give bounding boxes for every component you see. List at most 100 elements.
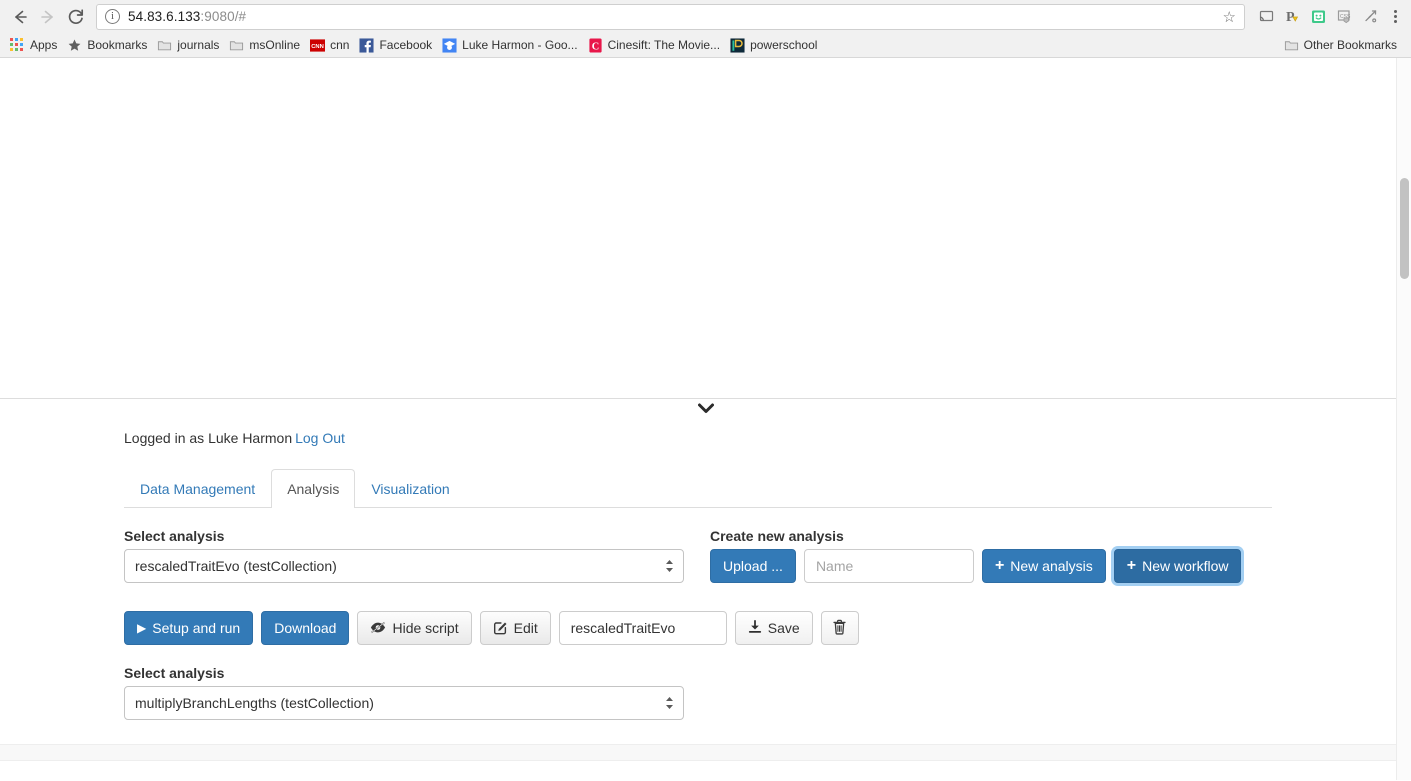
other-bookmarks-button[interactable]: Other Bookmarks xyxy=(1281,36,1404,55)
vertical-scrollbar[interactable] xyxy=(1396,58,1411,780)
select-analysis-group: Select analysis rescaledTraitEvo (testCo… xyxy=(124,528,710,583)
select-analysis-2-dropdown[interactable]: multiplyBranchLengths (testCollection) xyxy=(124,686,684,720)
back-arrow-icon xyxy=(15,10,27,23)
url-host: 54.83.6.133 xyxy=(128,9,201,24)
address-bar[interactable]: i 54.83.6.133:9080/# ☆ xyxy=(96,3,1245,30)
reload-button[interactable] xyxy=(62,3,90,31)
reload-icon xyxy=(68,8,84,24)
cinesift-favicon: C xyxy=(588,37,603,53)
hide-script-label: Hide script xyxy=(392,620,459,636)
create-new-analysis-label: Create new analysis xyxy=(710,528,844,544)
bookmark-label: journals xyxy=(177,38,220,52)
bookmark-label: Luke Harmon - Goo... xyxy=(462,38,578,52)
plus-icon: + xyxy=(994,557,1005,574)
select-analysis-2-value: multiplyBranchLengths (testCollection) xyxy=(135,695,374,711)
analysis-name-input[interactable]: Name xyxy=(803,549,974,583)
bookmark-label: Bookmarks xyxy=(87,38,148,52)
save-arrow-glyph xyxy=(748,620,761,633)
browser-chrome: i 54.83.6.133:9080/# ☆ P CSS Apps Bookma… xyxy=(0,0,1411,58)
back-button[interactable] xyxy=(6,3,34,31)
folder-icon xyxy=(229,38,244,53)
tab-visualization[interactable]: Visualization xyxy=(355,469,465,508)
download-button-label: Download xyxy=(274,620,337,636)
script-name-input[interactable]: rescaledTraitEvo xyxy=(558,611,727,645)
bookmark-label: Cinesift: The Movie... xyxy=(607,38,721,52)
page-viewport: Logged in as Luke Harmon Log Out Data Man… xyxy=(0,58,1411,780)
upper-blank-area xyxy=(0,58,1411,398)
pencil-square-icon xyxy=(493,620,508,637)
script-name-value: rescaledTraitEvo xyxy=(570,620,676,636)
pin-glyph xyxy=(1364,10,1376,23)
cnn-favicon: CNN xyxy=(310,38,326,53)
save-button-label: Save xyxy=(767,620,800,636)
plus-icon: + xyxy=(1126,557,1137,574)
chevron-down-icon[interactable] xyxy=(0,399,1411,421)
create-analysis-group: Create new analysis Upload ... Name + Ne… xyxy=(710,528,1242,583)
chevron-down-glyph xyxy=(697,403,714,413)
pin-tool-icon[interactable] xyxy=(1359,4,1381,30)
scrollbar-thumb[interactable] xyxy=(1400,178,1409,279)
bookmark-star-icon[interactable]: ☆ xyxy=(1217,8,1236,26)
bookmark-label: cnn xyxy=(330,38,350,52)
bookmark-apps[interactable]: Apps xyxy=(7,36,64,55)
bookmark-cinesift[interactable]: C Cinesift: The Movie... xyxy=(585,36,728,55)
main-panel: Logged in as Luke Harmon Log Out Data Man… xyxy=(0,398,1411,779)
url-text: 54.83.6.133:9080/# xyxy=(128,9,1217,24)
select-analysis-2-row: Select analysis multiplyBranchLengths (t… xyxy=(124,665,1411,720)
tab-data-management[interactable]: Data Management xyxy=(124,469,271,508)
cast-icon[interactable] xyxy=(1255,4,1277,30)
edit-button-label: Edit xyxy=(513,620,538,636)
play-icon: ▶ xyxy=(137,621,147,635)
new-workflow-button[interactable]: + New workflow xyxy=(1113,549,1242,583)
select-analysis-dropdown[interactable]: rescaledTraitEvo (testCollection) xyxy=(124,549,684,583)
log-out-link[interactable]: Log Out xyxy=(295,430,345,446)
bookmark-luke-harmon[interactable]: Luke Harmon - Goo... xyxy=(439,36,584,55)
select-analysis-value: rescaledTraitEvo (testCollection) xyxy=(135,558,337,574)
css-shield-icon[interactable]: CSS xyxy=(1333,4,1355,30)
trash-icon xyxy=(832,619,847,637)
folder-icon xyxy=(157,38,172,53)
chevron-updown-icon xyxy=(665,559,674,573)
facebook-favicon xyxy=(359,37,374,53)
new-workflow-button-label: New workflow xyxy=(1142,558,1229,574)
bookmarks-bar: Apps Bookmarks journals msOnline CNN cnn xyxy=(0,33,1411,58)
forward-button[interactable] xyxy=(34,3,62,31)
smiley-extension-icon[interactable] xyxy=(1307,4,1329,30)
analysis-selection-row: Select analysis rescaledTraitEvo (testCo… xyxy=(124,528,1411,583)
create-analysis-controls: Upload ... Name + New analysis + New wor… xyxy=(710,549,1242,583)
edit-button[interactable]: Edit xyxy=(479,611,551,645)
trash-glyph xyxy=(833,619,846,635)
bookmark-label: powerschool xyxy=(750,38,818,52)
bookmark-facebook[interactable]: Facebook xyxy=(356,36,439,55)
browser-toolbar: i 54.83.6.133:9080/# ☆ P CSS xyxy=(0,0,1411,33)
updown-glyph xyxy=(666,697,673,709)
tab-analysis[interactable]: Analysis xyxy=(271,469,356,508)
chrome-menu-button[interactable] xyxy=(1385,10,1405,23)
new-analysis-button[interactable]: + New analysis xyxy=(981,549,1106,583)
menu-dot xyxy=(1393,10,1397,13)
download-button[interactable]: Download xyxy=(261,611,350,645)
svg-text:C: C xyxy=(591,41,598,52)
panel-content: Logged in as Luke Harmon Log Out Data Man… xyxy=(0,430,1411,720)
lastpass-icon[interactable]: P xyxy=(1281,4,1303,30)
menu-dot xyxy=(1393,20,1397,23)
other-bookmarks-label: Other Bookmarks xyxy=(1303,38,1397,52)
upload-button-label: Upload ... xyxy=(723,558,783,574)
bookmark-msonline[interactable]: msOnline xyxy=(226,36,307,55)
bookmark-bookmarks[interactable]: Bookmarks xyxy=(64,36,154,55)
save-button[interactable]: Save xyxy=(734,611,813,645)
hide-script-button[interactable]: Hide script xyxy=(357,611,472,645)
setup-and-run-label: Setup and run xyxy=(152,620,241,636)
svg-text:CNN: CNN xyxy=(311,43,324,49)
setup-and-run-button[interactable]: ▶ Setup and run xyxy=(124,611,254,645)
site-info-icon[interactable]: i xyxy=(105,9,120,24)
download-arrow-icon xyxy=(748,620,762,636)
forward-arrow-icon xyxy=(41,10,53,23)
updown-glyph xyxy=(666,560,673,572)
login-status: Logged in as Luke Harmon Log Out xyxy=(124,430,1411,446)
bookmark-journals[interactable]: journals xyxy=(154,36,226,55)
bookmark-powerschool[interactable]: powerschool xyxy=(727,36,824,55)
bookmark-cnn[interactable]: CNN cnn xyxy=(307,36,356,55)
upload-button[interactable]: Upload ... xyxy=(710,549,796,583)
delete-button[interactable] xyxy=(820,611,859,645)
